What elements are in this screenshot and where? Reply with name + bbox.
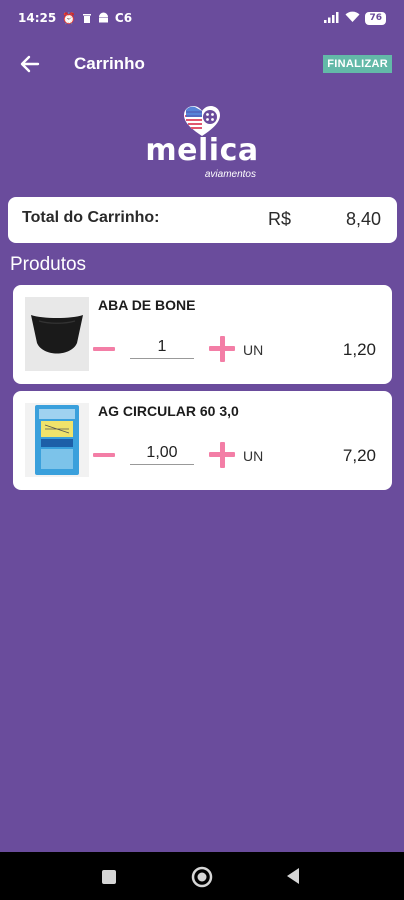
product-price: 7,20	[342, 446, 376, 465]
nav-back-button[interactable]	[285, 867, 301, 890]
status-bar: 14:25 ⏰ C6 76	[0, 0, 404, 36]
signal-icon	[324, 11, 340, 26]
decrease-quantity-button[interactable]	[93, 453, 115, 457]
wifi-icon	[345, 11, 360, 26]
logo-subtitle: aviamentos	[204, 169, 256, 180]
quantity-input[interactable]	[130, 441, 194, 465]
cart-total-card: Total do Carrinho: R$ 8,40	[8, 197, 397, 243]
status-carrier: C6	[114, 11, 133, 25]
product-card[interactable]: ABA DE BONE UN 1,20	[13, 285, 392, 384]
page-title: Carrinho	[74, 54, 145, 73]
android-icon	[98, 12, 109, 25]
product-card[interactable]: AG CIRCULAR 60 3,0 UN 7,20	[13, 391, 392, 490]
arrow-left-icon	[20, 55, 40, 73]
cart-total-currency: R$	[268, 209, 292, 229]
product-name: ABA DE BONE	[98, 297, 196, 313]
home-button[interactable]	[190, 865, 214, 894]
decrease-quantity-button[interactable]	[93, 347, 115, 351]
plus-icon-v	[219, 336, 225, 362]
increase-quantity-button[interactable]	[209, 442, 235, 468]
cart-total-label: Total do Carrinho:	[22, 209, 160, 226]
system-nav-bar	[0, 852, 404, 900]
delete-icon	[82, 12, 92, 25]
needle-pack-image	[25, 403, 89, 477]
home-circle-icon	[191, 866, 213, 888]
quantity-input[interactable]	[130, 335, 194, 359]
products-section-title: Produtos	[10, 254, 87, 275]
battery-icon: 76	[365, 11, 386, 25]
finalizar-button[interactable]: FINALIZAR	[323, 55, 392, 73]
back-button[interactable]	[16, 50, 44, 78]
product-name: AG CIRCULAR 60 3,0	[98, 403, 239, 419]
status-time: 14:25	[18, 11, 57, 25]
product-price: 1,20	[342, 340, 376, 359]
recents-square-icon	[102, 870, 116, 884]
recents-button[interactable]	[101, 869, 117, 890]
brand-logo: melica aviamentos	[120, 100, 284, 184]
increase-quantity-button[interactable]	[209, 336, 235, 362]
status-left: 14:25 ⏰ C6	[18, 11, 132, 25]
logo-name: melica	[145, 133, 259, 168]
unit-label: UN	[243, 448, 264, 464]
unit-label: UN	[243, 342, 264, 358]
cap-visor-image	[25, 297, 89, 371]
plus-icon-v	[219, 442, 225, 468]
alarm-icon: ⏰	[62, 11, 76, 25]
back-triangle-icon	[287, 868, 299, 884]
cart-total-value: 8,40	[345, 209, 381, 229]
app-bar: Carrinho FINALIZAR	[0, 38, 404, 90]
status-right: 76	[324, 11, 386, 26]
